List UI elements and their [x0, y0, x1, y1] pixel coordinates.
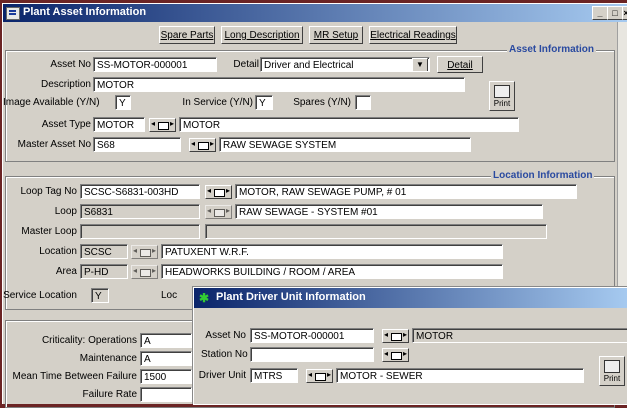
mr-setup-button[interactable]: MR Setup — [309, 26, 363, 44]
operations-text: Operations — [88, 335, 137, 346]
detail-button[interactable]: Detail — [437, 56, 483, 73]
loop-field: S6831 — [80, 204, 200, 219]
maximize-button[interactable]: □ — [607, 6, 623, 20]
driver-unit-window: ✱ Plant Driver Unit Information Asset No… — [193, 287, 627, 405]
driver-print-button[interactable]: Print — [599, 356, 625, 386]
maintenance-field[interactable]: A — [140, 351, 192, 366]
asset-type-desc-field: MOTOR — [179, 117, 519, 132]
lookup-icon — [158, 122, 169, 130]
lookup-icon — [315, 373, 326, 381]
driver-asset-no-label: Asset No — [205, 330, 246, 341]
in-service-label: In Service (Y/N) — [182, 97, 253, 108]
detail-label: Detail — [233, 59, 259, 70]
description-label: Description — [40, 79, 91, 90]
detail-select-value: Driver and Electrical — [264, 60, 354, 71]
star-icon: ✱ — [199, 291, 210, 305]
area-field: P-HD — [80, 264, 128, 279]
master-loop-desc-field — [205, 224, 547, 239]
loop-desc-field: RAW SEWAGE - SYSTEM #01 — [235, 204, 543, 219]
description-field[interactable]: MOTOR — [93, 77, 465, 92]
chevron-down-icon[interactable]: ▼ — [412, 58, 428, 71]
app-icon — [6, 7, 20, 20]
driver-unit-label: Driver Unit — [198, 370, 246, 381]
driver-unit-field[interactable]: MTRS — [250, 368, 298, 383]
loc-label: Loc — [161, 290, 178, 301]
master-asset-lookup-button[interactable] — [189, 138, 216, 152]
criticality-label: Criticality: — [41, 335, 86, 346]
lookup-icon — [391, 333, 402, 341]
minimize-button[interactable]: _ — [592, 6, 608, 20]
master-asset-desc-field: RAW SEWAGE SYSTEM — [219, 137, 471, 152]
loop-lookup-button[interactable] — [205, 205, 232, 219]
area-label: Area — [55, 266, 77, 277]
asset-type-field[interactable]: MOTOR — [93, 117, 145, 132]
long-description-button[interactable]: Long Description — [221, 26, 303, 44]
location-info-heading: Location Information — [491, 170, 595, 181]
driver-unit-title-bar: ✱ Plant Driver Unit Information — [194, 288, 627, 308]
driver-print-label: Print — [603, 374, 621, 383]
title-bar: Plant Asset Information _ □ × — [3, 4, 627, 22]
spare-parts-button[interactable]: Spare Parts — [159, 26, 215, 44]
close-button[interactable]: × — [622, 6, 627, 20]
station-lookup-button[interactable] — [382, 348, 409, 362]
service-location-field: Y — [91, 288, 109, 303]
asset-no-label: Asset No — [50, 59, 91, 70]
asset-no-field[interactable]: SS-MOTOR-000001 — [93, 57, 217, 72]
master-loop-field — [80, 224, 200, 239]
image-available-label: Image Available (Y/N) — [3, 97, 100, 108]
in-service-field[interactable]: Y — [255, 95, 273, 110]
print-label: Print — [493, 99, 511, 108]
electrical-readings-button[interactable]: Electrical Readings — [369, 26, 457, 44]
image-available-field[interactable]: Y — [115, 95, 131, 110]
loop-tag-label: Loop Tag No — [20, 186, 77, 197]
failure-rate-label: Failure Rate — [82, 389, 137, 400]
driver-unit-lookup-button[interactable] — [306, 369, 333, 383]
spares-field[interactable] — [355, 95, 371, 110]
loop-tag-lookup-button[interactable] — [205, 185, 232, 199]
print-button[interactable]: Print — [489, 81, 515, 111]
lookup-icon — [140, 269, 151, 277]
driver-unit-title: Plant Driver Unit Information — [216, 291, 366, 303]
location-desc-field: PATUXENT W.R.F. — [161, 244, 503, 259]
master-asset-label: Master Asset No — [17, 139, 91, 150]
maintenance-label: Maintenance — [79, 353, 137, 364]
lookup-icon — [198, 142, 209, 150]
mtbf-field[interactable]: 1500 — [140, 369, 192, 384]
spares-label: Spares (Y/N) — [293, 97, 351, 108]
lookup-icon — [214, 209, 225, 217]
driver-asset-desc-field: MOTOR — [412, 328, 627, 343]
mtbf-label: Mean Time Between Failure — [12, 371, 137, 382]
location-label: Location — [39, 246, 77, 257]
lookup-icon — [391, 352, 402, 360]
station-no-field[interactable] — [250, 347, 374, 362]
printer-icon — [494, 85, 510, 98]
driver-asset-no-field[interactable]: SS-MOTOR-000001 — [250, 328, 374, 343]
failure-rate-field[interactable] — [140, 387, 192, 402]
master-loop-label: Master Loop — [21, 226, 77, 237]
driver-asset-lookup-button[interactable] — [382, 329, 409, 343]
asset-type-label: Asset Type — [41, 119, 91, 130]
location-lookup-button[interactable] — [131, 245, 158, 259]
asset-type-lookup-button[interactable] — [149, 118, 176, 132]
operations-field[interactable]: A — [140, 333, 192, 348]
asset-info-heading: Asset Information — [507, 44, 597, 55]
lookup-icon — [140, 249, 151, 257]
loop-label: Loop — [54, 206, 77, 217]
master-asset-field[interactable]: S68 — [93, 137, 181, 152]
printer-icon — [604, 360, 620, 373]
loop-tag-field[interactable]: SCSC-S6831-003HD — [80, 184, 200, 199]
operations-label: Criticality: Operations — [3, 335, 137, 346]
lookup-icon — [214, 189, 225, 197]
loop-tag-desc-field: MOTOR, RAW SEWAGE PUMP, # 01 — [235, 184, 577, 199]
location-field: SCSC — [80, 244, 128, 259]
area-lookup-button[interactable] — [131, 265, 158, 279]
window-title: Plant Asset Information — [23, 6, 147, 18]
service-location-label: Service Location — [3, 290, 77, 301]
station-no-label: Station No — [201, 349, 248, 360]
detail-select[interactable]: Driver and Electrical ▼ — [260, 57, 430, 72]
area-desc-field: HEADWORKS BUILDING / ROOM / AREA — [161, 264, 503, 279]
driver-unit-desc-field: MOTOR - SEWER — [336, 368, 584, 383]
